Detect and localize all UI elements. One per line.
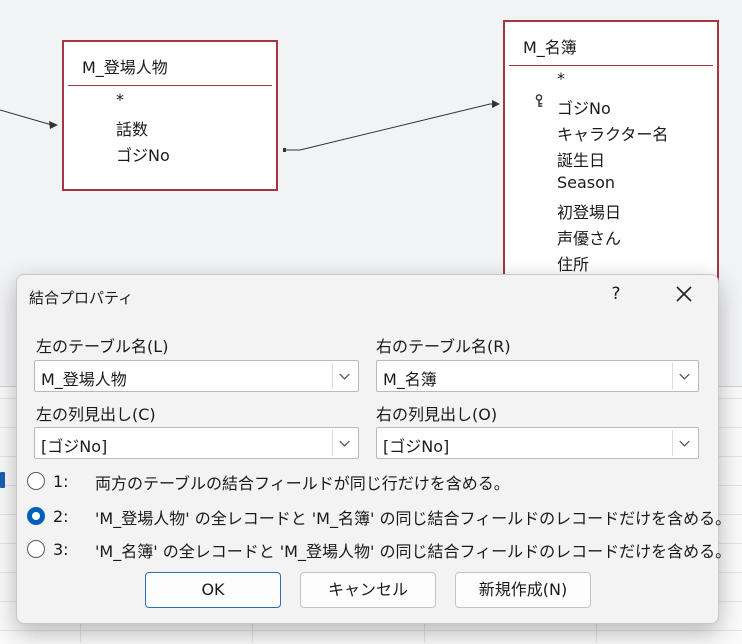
table-field[interactable]: 誕生日: [557, 147, 605, 171]
radio-button-selected[interactable]: [27, 507, 45, 525]
join-line: [284, 103, 498, 151]
table-title[interactable]: M_名簿: [523, 34, 577, 58]
table-field[interactable]: 初登場日: [557, 199, 621, 223]
chevron-down-icon[interactable]: [332, 430, 356, 456]
incoming-join-line: [0, 109, 53, 126]
close-icon[interactable]: [669, 281, 699, 307]
table-title-divider: [68, 85, 272, 86]
option-label[interactable]: 両方のテーブルの結合フィールドが同じ行だけを含める。: [95, 470, 510, 494]
table-card-left[interactable]: M_登場人物 * 話数 ゴジNo: [62, 40, 278, 191]
left-table-value: M_登場人物: [41, 370, 127, 389]
grid-checkbox[interactable]: [0, 472, 5, 488]
table-field[interactable]: キャラクター名: [557, 121, 668, 145]
cancel-button[interactable]: キャンセル: [300, 572, 436, 608]
ok-button[interactable]: OK: [145, 572, 281, 608]
right-column-select[interactable]: [ゴジNo]: [376, 427, 699, 459]
table-field[interactable]: *: [557, 69, 565, 88]
table-title[interactable]: M_登場人物: [82, 54, 168, 78]
table-field[interactable]: 話数: [116, 116, 148, 140]
incoming-join-arrow: [49, 121, 58, 129]
option-number: 1:: [53, 472, 69, 491]
right-table-value: M_名簿: [383, 370, 437, 389]
radio-button[interactable]: [27, 472, 45, 490]
join-properties-dialog: 結合プロパティ ? 左のテーブル名(L) 右のテーブル名(R) M_登場人物 M…: [16, 274, 731, 624]
table-title-divider: [509, 65, 713, 66]
table-field[interactable]: 住所: [557, 251, 589, 275]
option-number: 3:: [53, 540, 69, 559]
primary-key-icon: [535, 94, 543, 107]
right-column-value: [ゴジNo]: [383, 437, 450, 456]
grid-line: [0, 630, 742, 631]
table-field[interactable]: 声優さん: [557, 225, 621, 249]
left-column-value: [ゴジNo]: [41, 437, 108, 456]
help-button[interactable]: ?: [603, 281, 629, 307]
left-column-select[interactable]: [ゴジNo]: [34, 427, 359, 459]
right-table-select[interactable]: M_名簿: [376, 360, 699, 392]
chevron-down-icon[interactable]: [332, 363, 356, 389]
left-table-select[interactable]: M_登場人物: [34, 360, 359, 392]
table-field[interactable]: *: [116, 90, 124, 109]
join-arrow: [492, 100, 500, 108]
option-label[interactable]: 'M_名簿' の全レコードと 'M_登場人物' の同じ結合フィールドのレコードだ…: [95, 538, 731, 562]
right-column-label: 右の列見出し(O): [376, 405, 498, 424]
table-field[interactable]: ゴジNo: [557, 95, 611, 119]
new-button[interactable]: 新規作成(N): [455, 572, 591, 608]
option-label[interactable]: 'M_登場人物' の全レコードと 'M_名簿' の同じ結合フィールドのレコードだ…: [95, 505, 731, 529]
table-field[interactable]: Season: [557, 173, 615, 192]
radio-button[interactable]: [27, 540, 45, 558]
join-start-marker: [283, 148, 286, 152]
chevron-down-icon[interactable]: [672, 430, 696, 456]
table-field[interactable]: ゴジNo: [116, 142, 170, 166]
option-number: 2:: [53, 507, 69, 526]
left-table-label: 左のテーブル名(L): [36, 337, 169, 356]
right-table-label: 右のテーブル名(R): [376, 337, 511, 356]
left-column-label: 左の列見出し(C): [36, 405, 156, 424]
table-card-right[interactable]: M_名簿 * ゴジNo キャラクター名 誕生日 Season 初登場日 声優さん…: [503, 20, 719, 300]
chevron-down-icon[interactable]: [672, 363, 696, 389]
dialog-title: 結合プロパティ: [29, 289, 134, 307]
